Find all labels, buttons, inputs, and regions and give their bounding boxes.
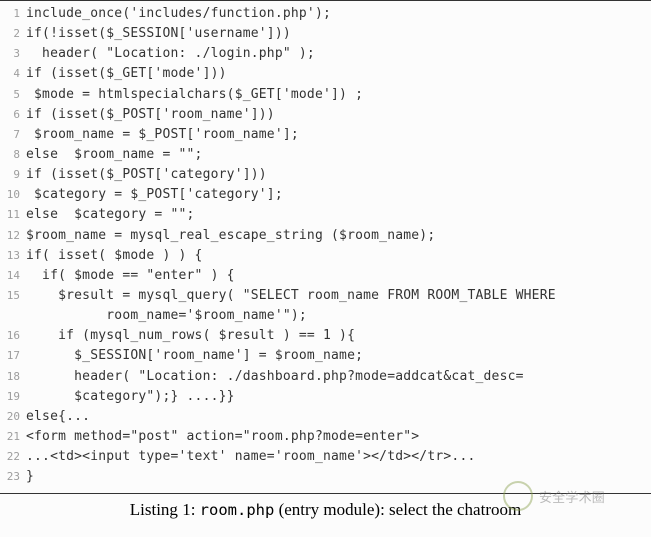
code-line: 6if (isset($_POST['room_name'])) [0, 105, 651, 125]
line-number: 9 [0, 166, 26, 183]
code-line: 20else{... [0, 407, 651, 427]
line-number: 23 [0, 468, 26, 485]
code-line: 23} [0, 467, 651, 487]
code-text: $_SESSION['room_name'] = $room_name; [26, 346, 651, 366]
line-number: 11 [0, 206, 26, 223]
code-text: ...<td><input type='text' name='room_nam… [26, 447, 651, 467]
code-text: $room_name = mysql_real_escape_string ($… [26, 226, 651, 246]
code-text: if (mysql_num_rows( $result ) == 1 ){ [26, 326, 651, 346]
line-number: 12 [0, 227, 26, 244]
code-line: 5 $mode = htmlspecialchars($_GET['mode']… [0, 85, 651, 105]
line-number: 14 [0, 267, 26, 284]
listing-description: (entry module): select the chatroom [279, 500, 522, 519]
line-number: 10 [0, 186, 26, 203]
code-text: include_once('includes/function.php'); [26, 4, 651, 24]
code-line: 18 header( "Location: ./dashboard.php?mo… [0, 367, 651, 387]
code-text: else $category = ""; [26, 205, 651, 225]
code-text: $category = $_POST['category']; [26, 185, 651, 205]
code-text: <form method="post" action="room.php?mod… [26, 427, 651, 447]
line-number: 18 [0, 368, 26, 385]
code-listing: 1include_once('includes/function.php');2… [0, 0, 651, 494]
code-text: $room_name = $_POST['room_name']; [26, 125, 651, 145]
code-line: 2if(!isset($_SESSION['username'])) [0, 24, 651, 44]
code-text: if( isset( $mode ) ) { [26, 246, 651, 266]
code-line: 7 $room_name = $_POST['room_name']; [0, 125, 651, 145]
code-line: 16 if (mysql_num_rows( $result ) == 1 ){ [0, 326, 651, 346]
code-line: 21<form method="post" action="room.php?m… [0, 427, 651, 447]
code-line: 3 header( "Location: ./login.php" ); [0, 44, 651, 64]
code-text: $result = mysql_query( "SELECT room_name… [26, 286, 651, 306]
line-number: 21 [0, 428, 26, 445]
code-text: else{... [26, 407, 651, 427]
line-number: 22 [0, 448, 26, 465]
line-number: 17 [0, 347, 26, 364]
code-line: 22...<td><input type='text' name='room_n… [0, 447, 651, 467]
code-text: $category");} ....}} [26, 387, 651, 407]
code-text: if( $mode == "enter" ) { [26, 266, 651, 286]
code-line: 11else $category = ""; [0, 205, 651, 225]
code-line: 8else $room_name = ""; [0, 145, 651, 165]
line-number: 2 [0, 25, 26, 42]
code-text: $mode = htmlspecialchars($_GET['mode']) … [26, 85, 651, 105]
code-line: 10 $category = $_POST['category']; [0, 185, 651, 205]
line-number: 4 [0, 65, 26, 82]
line-number: 8 [0, 146, 26, 163]
code-text: header( "Location: ./dashboard.php?mode=… [26, 367, 651, 387]
line-number: 20 [0, 408, 26, 425]
code-text: if(!isset($_SESSION['username'])) [26, 24, 651, 44]
code-line: 17 $_SESSION['room_name'] = $room_name; [0, 346, 651, 366]
code-line: room_name='$room_name'"); [0, 306, 651, 326]
code-line: 15 $result = mysql_query( "SELECT room_n… [0, 286, 651, 306]
line-number: 1 [0, 5, 26, 22]
code-line: 12$room_name = mysql_real_escape_string … [0, 226, 651, 246]
listing-caption: Listing 1: room.php (entry module): sele… [0, 494, 651, 520]
code-text: header( "Location: ./login.php" ); [26, 44, 651, 64]
code-line: 1include_once('includes/function.php'); [0, 4, 651, 24]
code-line: 13if( isset( $mode ) ) { [0, 246, 651, 266]
code-text: } [26, 467, 651, 487]
line-number: 5 [0, 86, 26, 103]
line-number: 16 [0, 327, 26, 344]
line-number: 3 [0, 45, 26, 62]
code-text: if (isset($_GET['mode'])) [26, 64, 651, 84]
code-line: 14 if( $mode == "enter" ) { [0, 266, 651, 286]
code-line: 19 $category");} ....}} [0, 387, 651, 407]
line-number: 19 [0, 388, 26, 405]
line-number: 7 [0, 126, 26, 143]
code-line: 9if (isset($_POST['category'])) [0, 165, 651, 185]
code-text: if (isset($_POST['category'])) [26, 165, 651, 185]
code-text: room_name='$room_name'"); [26, 306, 651, 326]
listing-number: 1 [182, 500, 191, 519]
code-text: else $room_name = ""; [26, 145, 651, 165]
code-line: 4if (isset($_GET['mode'])) [0, 64, 651, 84]
line-number: 13 [0, 247, 26, 264]
code-text: if (isset($_POST['room_name'])) [26, 105, 651, 125]
listing-file: room.php [200, 501, 275, 519]
line-number: 15 [0, 287, 26, 304]
line-number: 6 [0, 106, 26, 123]
